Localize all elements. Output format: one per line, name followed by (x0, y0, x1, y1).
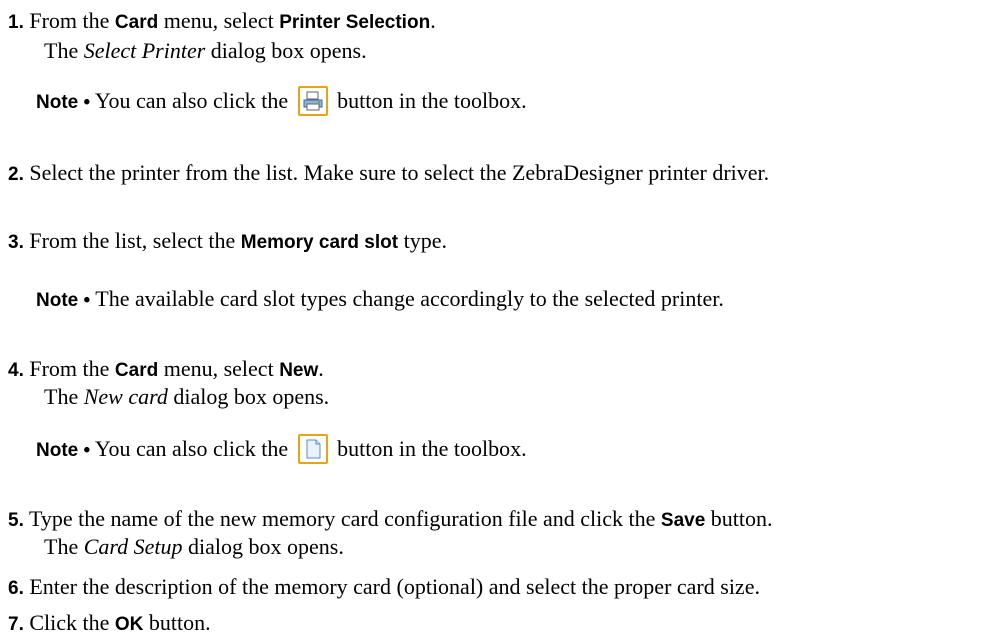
menu-name: Card (114, 360, 159, 381)
dialog-name: New card (83, 384, 168, 409)
step-number: 5. (8, 510, 24, 531)
step-number: 7. (8, 614, 24, 635)
step-number: 1. (8, 12, 24, 33)
step-number: 6. (8, 578, 24, 599)
printer-icon (297, 86, 328, 116)
menu-name: Card (114, 12, 159, 33)
note-3: Note • You can also click the button in … (36, 434, 527, 466)
step-number: 3. (8, 232, 24, 253)
note-label: Note • (36, 92, 91, 114)
dialog-name: Card Setup (83, 534, 183, 559)
note-1: Note • You can also click the button in … (36, 86, 527, 118)
instruction-page: 1. From the Card menu, select Printer Se… (8, 8, 773, 635)
step-number: 4. (8, 360, 24, 381)
step-number: 2. (8, 164, 24, 185)
note-label: Note • (36, 290, 91, 311)
menu-item-name: New (279, 360, 319, 381)
new-document-icon (297, 434, 328, 464)
menu-item-name: Printer Selection (279, 12, 431, 33)
button-name: OK (114, 614, 144, 635)
button-name: Save (660, 510, 706, 531)
option-name: Memory card slot (240, 232, 399, 253)
dialog-name: Select Printer (83, 38, 206, 63)
note-label: Note • (36, 440, 91, 462)
note-2: Note • The available card slot types cha… (36, 286, 724, 311)
